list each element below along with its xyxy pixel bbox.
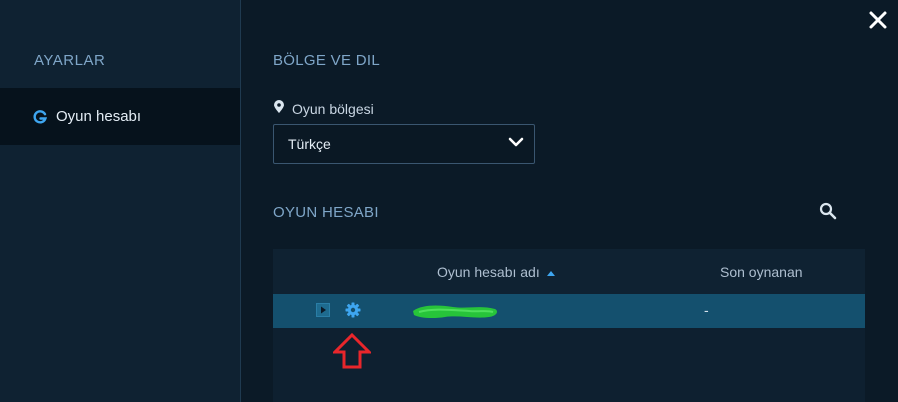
- table-header: Oyun hesabı adı Son oynanan: [273, 249, 865, 294]
- last-played-value: -: [704, 302, 709, 318]
- game-account-title: OYUN HESABI: [273, 204, 379, 221]
- search-icon[interactable]: [819, 202, 839, 222]
- region-label-text: Oyun bölgesi: [292, 100, 374, 117]
- sidebar-item-game-account[interactable]: Oyun hesabı: [0, 88, 240, 145]
- region-select[interactable]: Türkçe: [273, 124, 535, 164]
- play-icon[interactable]: [316, 303, 330, 317]
- region-select-value: Türkçe: [288, 136, 331, 152]
- location-pin-icon: [273, 100, 285, 117]
- region-field-label: Oyun bölgesi: [273, 100, 374, 117]
- sidebar-item-label: Oyun hesabı: [56, 108, 142, 125]
- game-account-icon: [32, 109, 48, 125]
- sort-up-icon: [546, 264, 556, 280]
- column-header-last-played[interactable]: Son oynanan: [720, 264, 803, 280]
- table-row[interactable]: -: [273, 294, 865, 328]
- settings-sidebar: AYARLAR Oyun hesabı: [0, 0, 241, 402]
- sidebar-title: AYARLAR: [34, 52, 106, 69]
- gear-icon[interactable]: [345, 302, 361, 318]
- settings-main-panel: BÖLGE VE DIL Oyun bölgesi Türkçe OYUN HE…: [241, 0, 898, 402]
- accounts-table: Oyun hesabı adı Son oynanan -: [273, 249, 865, 402]
- account-name-redacted: [409, 300, 501, 322]
- close-icon[interactable]: [868, 10, 888, 30]
- region-language-title: BÖLGE VE DIL: [273, 52, 380, 69]
- column-header-account-name[interactable]: Oyun hesabı adı: [437, 264, 556, 280]
- annotation-arrow-icon: [331, 332, 373, 369]
- chevron-down-icon: [508, 135, 524, 153]
- column-header-label: Oyun hesabı adı: [437, 264, 540, 280]
